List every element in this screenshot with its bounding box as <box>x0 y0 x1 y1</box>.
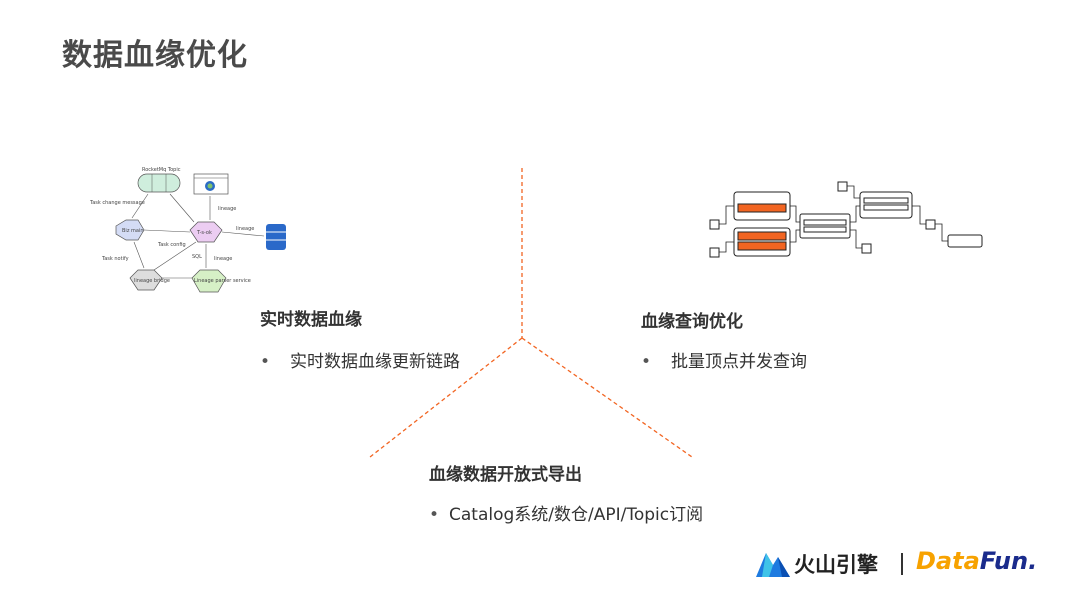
parser-label: Lineage parser service <box>194 278 251 284</box>
footer-logos: 火山引擎 DataFun. <box>756 543 1056 583</box>
edge-label-4: Task config <box>157 242 186 248</box>
edge-label-6: SQL <box>192 254 202 260</box>
center-label: T-s-ok <box>196 230 212 236</box>
bullet-dot: • <box>260 352 271 372</box>
center-node: T-s-ok <box>189 221 223 243</box>
database-icon <box>266 224 286 250</box>
realtime-lineage-diagram: RocketMq Topic Biz main T-s-ok lineage b… <box>89 167 286 293</box>
edge-label-2: lineage <box>218 206 236 212</box>
bullet-dot: • <box>429 505 440 525</box>
bullet-query: • 批量顶点并发查询 <box>641 347 807 372</box>
datafun-logo: DataFun. <box>916 547 1038 575</box>
bridge-label: lineage bridge <box>134 278 170 284</box>
biz-main-label: Biz main <box>122 228 144 234</box>
bullet-realtime: • 实时数据血缘更新链路 <box>260 347 460 372</box>
volcano-engine-logo: 火山引擎 <box>794 553 878 577</box>
edge-label-1: Task change message <box>89 200 145 206</box>
biz-main-node: Biz main <box>115 219 145 241</box>
lineage-bridge-node: lineage bridge <box>129 269 170 291</box>
section-title-query: 血缘查询优化 <box>641 312 743 332</box>
bullet-text: Catalog系统/数仓/API/Topic订阅 <box>449 505 704 525</box>
bullet-text: 实时数据血缘更新链路 <box>290 352 460 372</box>
logo-separator <box>901 553 903 575</box>
volcano-logo-icon <box>756 553 790 577</box>
bullet-export: • Catalog系统/数仓/API/Topic订阅 <box>429 500 703 525</box>
edge-label-7: lineage <box>214 256 232 262</box>
section-title-realtime: 实时数据血缘 <box>260 310 362 330</box>
lineage-parser-node: Lineage parser service <box>191 269 251 293</box>
topic-node: RocketMq Topic <box>137 167 181 193</box>
edge-label-5: Task notify <box>101 256 129 262</box>
edge-label-3: lineage <box>236 226 254 232</box>
web-ui-node <box>193 173 229 195</box>
batch-query-diagram <box>709 181 983 258</box>
bullet-dot: • <box>641 352 652 372</box>
bullet-text: 批量顶点并发查询 <box>671 352 807 372</box>
section-title-export: 血缘数据开放式导出 <box>429 465 582 485</box>
topic-label: RocketMq Topic <box>142 167 181 173</box>
